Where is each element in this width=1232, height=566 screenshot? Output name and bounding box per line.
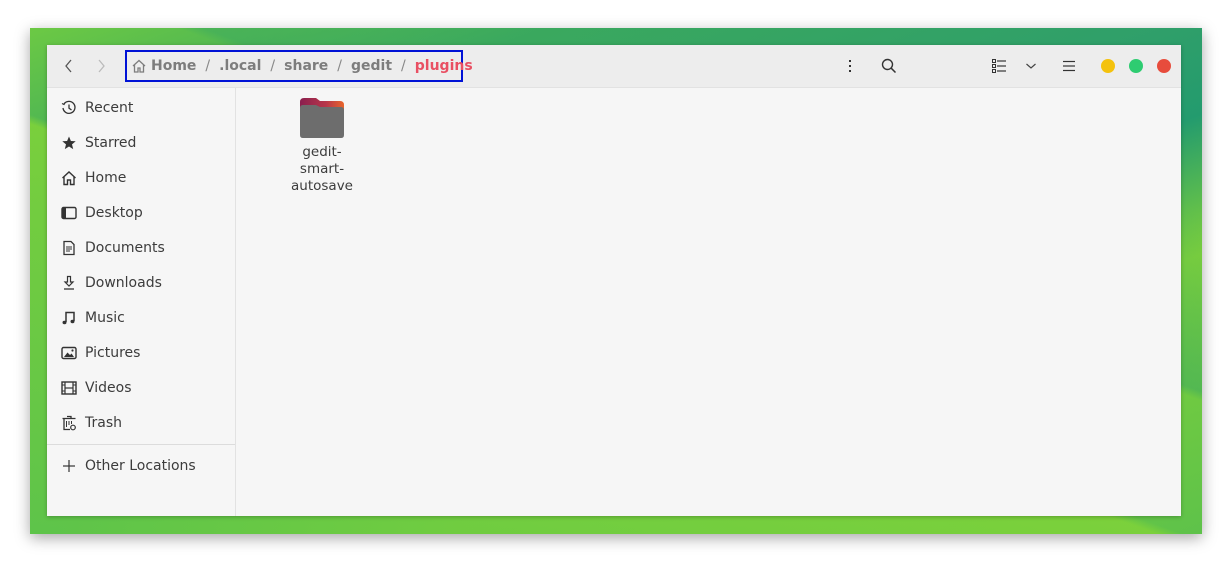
breadcrumb: Home / .local / share / gedit / plugins <box>125 50 473 82</box>
file-manager-window: Home / .local / share / gedit / plugins <box>47 45 1181 516</box>
folder-item[interactable]: gedit- smart- autosave <box>286 96 358 195</box>
close-button[interactable] <box>1157 59 1171 73</box>
breadcrumb-gedit[interactable]: gedit <box>351 58 392 74</box>
folder-icon <box>300 98 344 138</box>
sidebar-item-label: Home <box>85 169 127 186</box>
folder-name: gedit- smart- autosave <box>291 144 353 194</box>
sidebar-item-label: Other Locations <box>85 457 196 474</box>
file-view: gedit- smart- autosave <box>236 88 1181 516</box>
vertical-ellipsis-icon <box>849 60 851 72</box>
list-view-icon <box>992 59 1006 73</box>
sidebar-item-documents[interactable]: Documents <box>47 230 235 265</box>
chevron-left-icon <box>65 59 72 73</box>
search-icon <box>881 58 897 74</box>
minimize-button[interactable] <box>1101 59 1115 73</box>
main-menu-button[interactable] <box>1058 55 1080 77</box>
home-icon <box>61 170 77 186</box>
desktop-icon <box>61 205 77 221</box>
sidebar-item-label: Pictures <box>85 344 141 361</box>
sidebar-item-label: Recent <box>85 99 134 116</box>
sidebar-item-desktop[interactable]: Desktop <box>47 195 235 230</box>
picture-icon <box>61 345 77 361</box>
trash-icon <box>61 415 77 431</box>
sidebar-item-music[interactable]: Music <box>47 300 235 335</box>
sidebar-item-downloads[interactable]: Downloads <box>47 265 235 300</box>
breadcrumb-label: Home <box>151 58 197 74</box>
headerbar: Home / .local / share / gedit / plugins <box>47 45 1181 88</box>
more-options-button[interactable] <box>839 55 861 77</box>
breadcrumb-home[interactable]: Home <box>131 58 196 74</box>
back-button[interactable] <box>57 54 81 78</box>
download-icon <box>61 275 77 291</box>
breadcrumb-share[interactable]: share <box>284 58 328 74</box>
list-view-button[interactable] <box>988 55 1010 77</box>
view-options-button[interactable] <box>1020 55 1042 77</box>
film-icon <box>61 380 77 396</box>
clock-icon <box>61 100 77 116</box>
sidebar-item-label: Downloads <box>85 274 162 291</box>
plus-icon <box>61 458 77 474</box>
hamburger-menu-icon <box>1063 60 1075 72</box>
sidebar-item-label: Music <box>85 309 125 326</box>
maximize-button[interactable] <box>1129 59 1143 73</box>
sidebar-item-label: Documents <box>85 239 165 256</box>
sidebar-item-label: Starred <box>85 134 137 151</box>
breadcrumb-plugins[interactable]: plugins <box>415 58 473 74</box>
breadcrumb-separator: / <box>337 58 343 74</box>
sidebar-item-recent[interactable]: Recent <box>47 90 235 125</box>
music-icon <box>61 310 77 326</box>
sidebar-item-trash[interactable]: Trash <box>47 405 235 440</box>
sidebar: Recent Starred Home Desktop Documents Do… <box>47 88 236 516</box>
search-button[interactable] <box>878 55 900 77</box>
sidebar-divider <box>47 444 235 445</box>
star-icon <box>61 135 77 151</box>
forward-button[interactable] <box>89 54 113 78</box>
sidebar-item-label: Trash <box>85 414 122 431</box>
sidebar-item-starred[interactable]: Starred <box>47 125 235 160</box>
chevron-right-icon <box>98 59 105 73</box>
sidebar-item-home[interactable]: Home <box>47 160 235 195</box>
sidebar-item-label: Desktop <box>85 204 143 221</box>
breadcrumb-separator: / <box>270 58 276 74</box>
breadcrumb-separator: / <box>401 58 406 74</box>
sidebar-item-videos[interactable]: Videos <box>47 370 235 405</box>
sidebar-item-pictures[interactable]: Pictures <box>47 335 235 370</box>
sidebar-item-other-locations[interactable]: Other Locations <box>47 448 235 483</box>
breadcrumb-local[interactable]: .local <box>219 58 261 74</box>
chevron-down-icon <box>1026 63 1036 69</box>
home-icon <box>132 59 146 73</box>
breadcrumb-separator: / <box>205 58 211 74</box>
document-icon <box>61 240 77 256</box>
sidebar-item-label: Videos <box>85 379 132 396</box>
